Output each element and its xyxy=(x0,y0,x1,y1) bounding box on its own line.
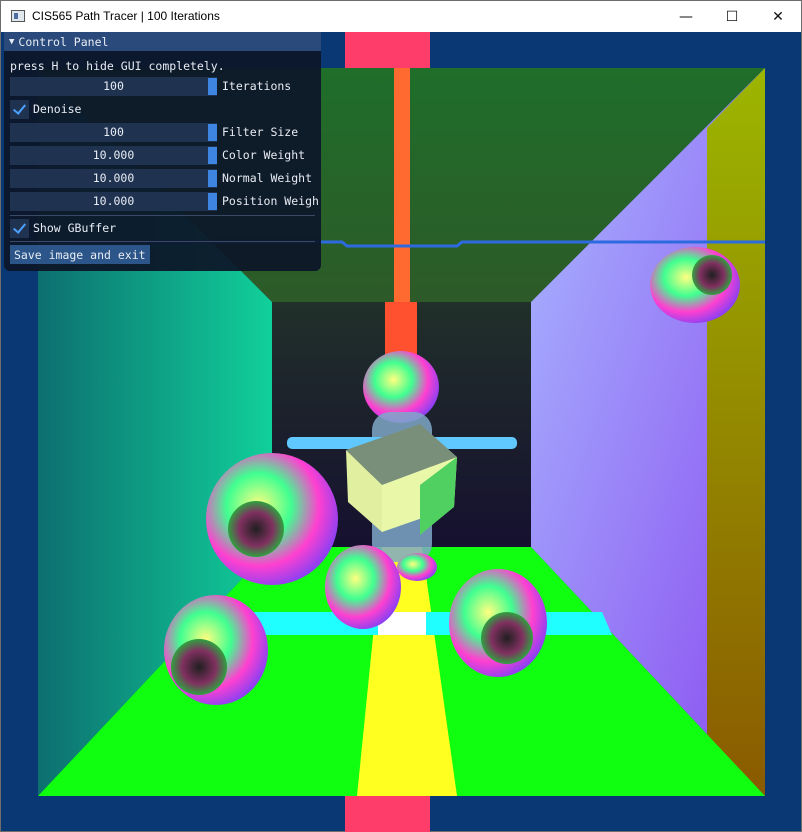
light-strip-bottom xyxy=(345,796,430,832)
denoise-checkbox[interactable] xyxy=(10,100,29,119)
right-wall-edge xyxy=(707,68,765,796)
iterations-slider[interactable]: 100 xyxy=(10,77,217,96)
position-weight-label: Position Weigh xyxy=(222,194,319,208)
close-icon: ✕ xyxy=(772,8,784,25)
denoise-label: Denoise xyxy=(33,102,82,116)
iterations-slider-row: 100 Iterations xyxy=(10,77,321,96)
position-weight-slider-row: 10.000 Position Weigh xyxy=(10,192,321,211)
normal-weight-value: 10.000 xyxy=(92,171,135,185)
light-rod xyxy=(394,68,410,302)
minimize-button[interactable]: — xyxy=(663,1,709,32)
position-weight-slider[interactable]: 10.000 xyxy=(10,192,217,211)
iterations-label: Iterations xyxy=(222,79,292,93)
close-button[interactable]: ✕ xyxy=(755,1,801,32)
separator xyxy=(10,215,315,216)
filter-size-label: Filter Size xyxy=(222,125,299,139)
collapse-arrow-icon[interactable]: ▼ xyxy=(9,37,14,47)
color-weight-slider-row: 10.000 Color Weight xyxy=(10,146,321,165)
save-image-button[interactable]: Save image and exit xyxy=(10,245,150,264)
slider-grab[interactable] xyxy=(208,193,217,210)
title-bar[interactable]: CIS565 Path Tracer | 100 Iterations — ☐ … xyxy=(1,1,801,32)
normal-weight-slider[interactable]: 10.000 xyxy=(10,169,217,188)
app-icon xyxy=(11,10,25,22)
slider-grab[interactable] xyxy=(208,147,217,164)
sphere-large-hole xyxy=(228,501,284,557)
light-strip-top xyxy=(345,32,430,68)
iterations-value: 100 xyxy=(103,79,124,93)
filter-size-value: 100 xyxy=(103,125,124,139)
maximize-icon: ☐ xyxy=(725,8,739,25)
control-panel-title: Control Panel xyxy=(18,34,109,49)
filter-size-slider[interactable]: 100 xyxy=(10,123,217,142)
normal-weight-label: Normal Weight xyxy=(222,171,313,185)
app-window: CIS565 Path Tracer | 100 Iterations — ☐ … xyxy=(0,0,802,832)
sphere-right-hole xyxy=(481,612,533,664)
show-gbuffer-checkbox[interactable] xyxy=(10,219,29,238)
figure-foot xyxy=(397,553,437,581)
slider-grab[interactable] xyxy=(208,78,217,95)
sphere-center xyxy=(325,545,401,629)
color-weight-value: 10.000 xyxy=(92,148,135,162)
hint-text: press H to hide GUI completely. xyxy=(10,59,225,73)
sphere-left-hole xyxy=(171,639,227,695)
slider-grab[interactable] xyxy=(208,170,217,187)
minimize-icon: — xyxy=(679,8,693,25)
control-panel: ▼ Control Panel press H to hide GUI comp… xyxy=(4,32,321,271)
color-weight-slider[interactable]: 10.000 xyxy=(10,146,217,165)
window-title: CIS565 Path Tracer | 100 Iterations xyxy=(32,9,220,23)
color-weight-label: Color Weight xyxy=(222,148,306,162)
position-weight-value: 10.000 xyxy=(92,194,135,208)
filter-size-slider-row: 100 Filter Size xyxy=(10,123,321,142)
sphere-wall-hole xyxy=(692,255,732,295)
maximize-button[interactable]: ☐ xyxy=(709,1,755,32)
normal-weight-slider-row: 10.000 Normal Weight xyxy=(10,169,321,188)
show-gbuffer-label: Show GBuffer xyxy=(33,221,117,235)
control-panel-header[interactable]: ▼ Control Panel xyxy=(4,32,321,51)
slider-grab[interactable] xyxy=(208,124,217,141)
separator xyxy=(10,241,315,242)
